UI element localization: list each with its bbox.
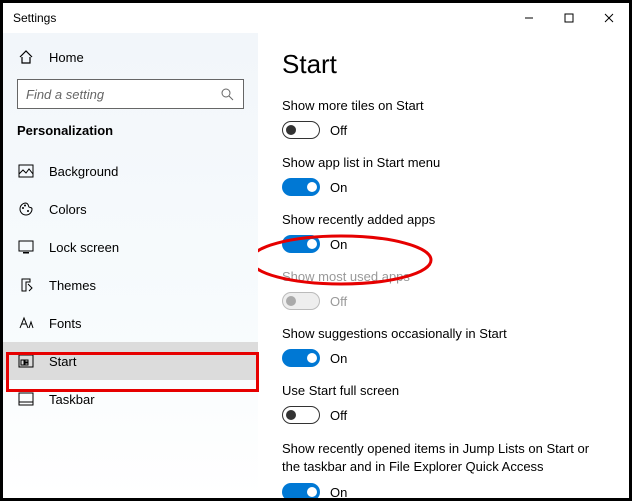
toggle-full-screen[interactable] [282, 406, 320, 424]
toggle-recently-added[interactable] [282, 235, 320, 253]
minimize-button[interactable] [509, 3, 549, 33]
toggle-state: On [330, 237, 347, 252]
toggle-state: On [330, 351, 347, 366]
toggle-more-tiles[interactable] [282, 121, 320, 139]
start-icon [17, 354, 35, 368]
close-button[interactable] [589, 3, 629, 33]
home-label: Home [49, 50, 84, 65]
search-input[interactable] [17, 79, 244, 109]
toggle-state: Off [330, 408, 347, 423]
home-icon [17, 49, 35, 65]
setting-label: Show suggestions occasionally in Start [282, 326, 609, 341]
palette-icon [17, 201, 35, 217]
sidebar-item-label: Fonts [49, 316, 82, 331]
close-icon [604, 13, 614, 23]
setting-jump-lists: Show recently opened items in Jump Lists… [282, 440, 609, 498]
window-title: Settings [13, 11, 56, 25]
setting-app-list: Show app list in Start menu On [282, 155, 609, 196]
sidebar-item-label: Themes [49, 278, 96, 293]
setting-suggestions: Show suggestions occasionally in Start O… [282, 326, 609, 367]
setting-label: Show most used apps [282, 269, 609, 284]
sidebar-item-start[interactable]: Start [3, 342, 258, 380]
fonts-icon [17, 316, 35, 330]
setting-label: Show app list in Start menu [282, 155, 609, 170]
nav-list: Background Colors Lock screen [3, 152, 258, 418]
sidebar-item-colors[interactable]: Colors [3, 190, 258, 228]
sidebar-item-taskbar[interactable]: Taskbar [3, 380, 258, 418]
sidebar-item-label: Lock screen [49, 240, 119, 255]
titlebar: Settings [3, 3, 629, 33]
toggle-most-used [282, 292, 320, 310]
sidebar-item-label: Taskbar [49, 392, 95, 407]
setting-more-tiles: Show more tiles on Start Off [282, 98, 609, 139]
setting-label: Show recently added apps [282, 212, 609, 227]
sidebar-item-label: Background [49, 164, 118, 179]
setting-label: Use Start full screen [282, 383, 609, 398]
toggle-app-list[interactable] [282, 178, 320, 196]
themes-icon [17, 277, 35, 293]
window-controls [509, 3, 629, 33]
background-icon [17, 164, 35, 178]
sidebar-item-background[interactable]: Background [3, 152, 258, 190]
page-title: Start [282, 49, 609, 80]
toggle-state: On [330, 485, 347, 498]
settings-window: Settings Home [0, 0, 632, 501]
section-title: Personalization [3, 123, 258, 152]
lock-screen-icon [17, 240, 35, 254]
sidebar-item-fonts[interactable]: Fonts [3, 304, 258, 342]
toggle-suggestions[interactable] [282, 349, 320, 367]
sidebar-item-label: Colors [49, 202, 87, 217]
search-icon [218, 87, 235, 101]
toggle-state: Off [330, 294, 347, 309]
sidebar: Home Personalization Background [3, 33, 258, 498]
setting-full-screen: Use Start full screen Off [282, 383, 609, 424]
content-pane: Start Show more tiles on Start Off Show … [258, 33, 629, 498]
maximize-icon [564, 13, 574, 23]
taskbar-icon [17, 392, 35, 406]
sidebar-item-label: Start [49, 354, 76, 369]
search-field[interactable] [26, 87, 218, 102]
setting-recently-added: Show recently added apps On [282, 212, 609, 253]
sidebar-item-lock-screen[interactable]: Lock screen [3, 228, 258, 266]
sidebar-item-themes[interactable]: Themes [3, 266, 258, 304]
home-button[interactable]: Home [3, 41, 258, 79]
setting-label: Show more tiles on Start [282, 98, 609, 113]
maximize-button[interactable] [549, 3, 589, 33]
setting-label: Show recently opened items in Jump Lists… [282, 440, 609, 475]
setting-most-used: Show most used apps Off [282, 269, 609, 310]
minimize-icon [524, 13, 534, 23]
toggle-jump-lists[interactable] [282, 483, 320, 498]
toggle-state: On [330, 180, 347, 195]
toggle-state: Off [330, 123, 347, 138]
